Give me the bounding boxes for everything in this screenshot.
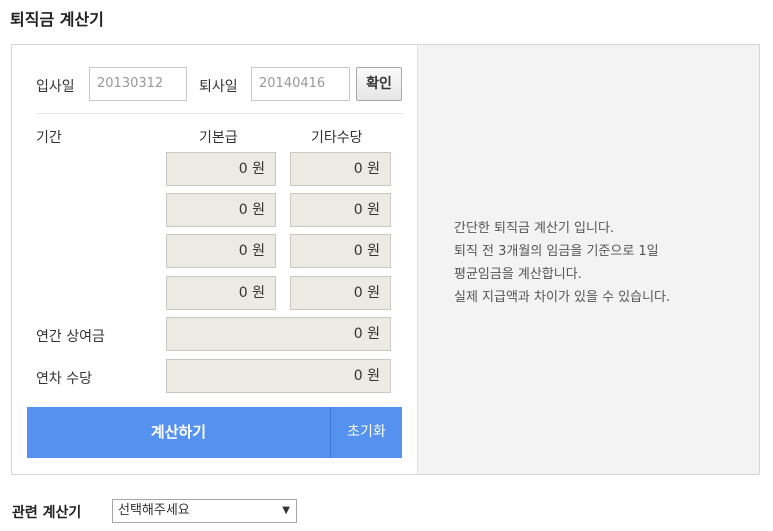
other-allowance-month-3[interactable]: 0 원: [290, 234, 391, 268]
info-line: 평균임금을 계산합니다.: [454, 267, 582, 282]
reset-button[interactable]: 초기화: [331, 407, 402, 458]
leave-date-input[interactable]: 20140416: [251, 67, 350, 101]
severance-calculator: 입사일 20130312 퇴사일 20140416 확인 기간 기본급 기타수당…: [11, 44, 760, 475]
other-allowance-month-2[interactable]: 0 원: [290, 193, 391, 227]
info-line: 실제 지급액과 차이가 있을 수 있습니다.: [454, 290, 671, 305]
info-panel: 간단한 퇴직금 계산기 입니다. 퇴직 전 3개월의 임금을 기준으로 1일 평…: [417, 45, 759, 474]
other-allowance-month-1[interactable]: 0 원: [290, 152, 391, 186]
annual-bonus-input[interactable]: 0 원: [166, 317, 391, 351]
base-pay-month-2[interactable]: 0 원: [166, 193, 276, 227]
annual-leave-pay-input[interactable]: 0 원: [166, 359, 391, 393]
annual-bonus-label: 연간 상여금: [36, 329, 105, 345]
related-calculators-label: 관련 계산기: [12, 505, 82, 521]
base-pay-month-4[interactable]: 0 원: [166, 276, 276, 310]
base-pay-month-1[interactable]: 0 원: [166, 152, 276, 186]
hire-date-input[interactable]: 20130312: [89, 67, 187, 101]
info-line: 퇴직 전 3개월의 임금을 기준으로 1일: [454, 244, 659, 259]
related-calculators-select[interactable]: 선택해주세요 ▼: [112, 499, 297, 523]
other-allowance-month-4[interactable]: 0 원: [290, 276, 391, 310]
divider: [36, 113, 404, 114]
triangle-down-icon: ▼: [282, 505, 290, 516]
other-allowance-header: 기타수당: [311, 130, 363, 146]
hire-date-label: 입사일: [36, 79, 75, 95]
info-text: 간단한 퇴직금 계산기 입니다. 퇴직 전 3개월의 임금을 기준으로 1일 평…: [454, 217, 670, 309]
period-header: 기간: [36, 130, 62, 146]
select-value: 선택해주세요: [118, 503, 190, 518]
leave-date-label: 퇴사일: [199, 79, 238, 95]
annual-leave-pay-label: 연차 수당: [36, 371, 92, 387]
calculate-button[interactable]: 계산하기: [27, 407, 331, 458]
confirm-button[interactable]: 확인: [356, 67, 402, 101]
base-pay-header: 기본급: [199, 130, 238, 146]
page-title: 퇴직금 계산기: [10, 10, 104, 29]
base-pay-month-3[interactable]: 0 원: [166, 234, 276, 268]
input-panel: 입사일 20130312 퇴사일 20140416 확인 기간 기본급 기타수당…: [12, 45, 417, 474]
info-line: 간단한 퇴직금 계산기 입니다.: [454, 221, 615, 236]
